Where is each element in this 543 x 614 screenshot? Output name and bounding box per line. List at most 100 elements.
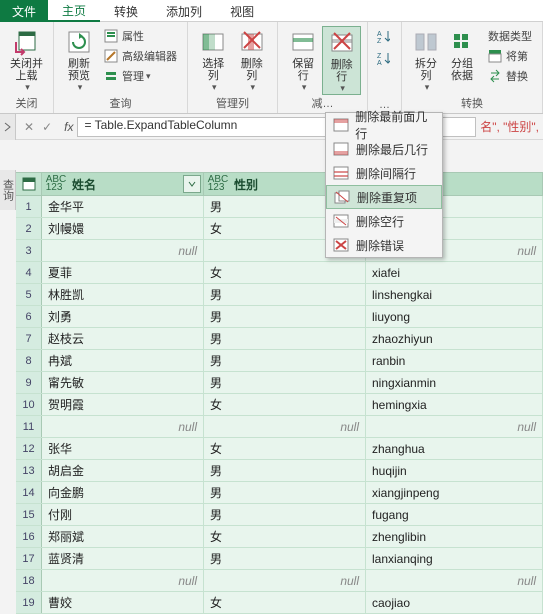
row-number[interactable]: 14 xyxy=(16,482,42,503)
cell[interactable]: null xyxy=(366,416,543,437)
cell[interactable]: lanxianqing xyxy=(366,548,543,569)
cell[interactable]: 曹姣 xyxy=(42,592,204,613)
cell[interactable]: 男 xyxy=(204,350,366,371)
menu-item-remove-3[interactable]: 删除重复项 xyxy=(326,185,442,209)
select-all-cell[interactable] xyxy=(16,173,42,195)
table-row[interactable]: 6刘勇男liuyong xyxy=(16,306,543,328)
row-number[interactable]: 3 xyxy=(16,240,42,261)
menu-item-remove-5[interactable]: 删除错误 xyxy=(326,233,442,257)
table-row[interactable]: 14向金鹏男xiangjinpeng xyxy=(16,482,543,504)
cell[interactable]: 男 xyxy=(204,504,366,525)
cell[interactable]: linshengkai xyxy=(366,284,543,305)
cell[interactable]: 男 xyxy=(204,284,366,305)
cell[interactable]: null xyxy=(366,570,543,591)
row-number[interactable]: 19 xyxy=(16,592,42,613)
advanced-editor-button[interactable]: 高级编辑器 xyxy=(100,46,181,66)
cell[interactable]: 男 xyxy=(204,482,366,503)
menu-item-remove-1[interactable]: 删除最后几行 xyxy=(326,137,442,161)
queries-pane-toggle[interactable] xyxy=(0,114,16,140)
sort-asc-button[interactable]: AZ xyxy=(374,26,396,46)
cell[interactable]: null xyxy=(42,240,204,261)
cell[interactable]: 向金鹏 xyxy=(42,482,204,503)
close-apply-button[interactable]: 关闭并 上载 ▾ xyxy=(6,26,47,93)
menu-item-remove-0[interactable]: 删除最前面几行 xyxy=(326,113,442,137)
cell[interactable]: 男 xyxy=(204,328,366,349)
cell[interactable]: 男 xyxy=(204,460,366,481)
tab-view[interactable]: 视图 xyxy=(216,0,268,22)
column-filter-button[interactable] xyxy=(183,175,201,193)
split-column-button[interactable]: 拆分 列 ▾ xyxy=(408,26,444,93)
cell[interactable]: zhenglibin xyxy=(366,526,543,547)
row-number[interactable]: 4 xyxy=(16,262,42,283)
cell[interactable]: ningxianmin xyxy=(366,372,543,393)
remove-rows-button[interactable]: 删除 行 ▾ xyxy=(322,26,361,95)
cell[interactable]: null xyxy=(204,570,366,591)
table-row[interactable]: 19曹姣女caojiao xyxy=(16,592,543,614)
row-number[interactable]: 9 xyxy=(16,372,42,393)
table-row[interactable]: 9甯先敏男ningxianmin xyxy=(16,372,543,394)
cell[interactable]: null xyxy=(42,570,204,591)
table-row[interactable]: 18nullnullnull xyxy=(16,570,543,592)
properties-button[interactable]: 属性 xyxy=(100,26,181,46)
table-row[interactable]: 7赵枝云男zhaozhiyun xyxy=(16,328,543,350)
menu-item-remove-2[interactable]: 删除间隔行 xyxy=(326,161,442,185)
table-row[interactable]: 5林胜凯男linshengkai xyxy=(16,284,543,306)
menu-item-remove-4[interactable]: 删除空行 xyxy=(326,209,442,233)
cell[interactable]: 付刚 xyxy=(42,504,204,525)
table-row[interactable]: 17蓝贤清男lanxianqing xyxy=(16,548,543,570)
remove-columns-button[interactable]: 删除 列 ▾ xyxy=(233,26,272,93)
cell[interactable]: 女 xyxy=(204,394,366,415)
cell[interactable]: 刘勇 xyxy=(42,306,204,327)
table-row[interactable]: 8冉斌男ranbin xyxy=(16,350,543,372)
tab-addcolumn[interactable]: 添加列 xyxy=(152,0,216,22)
cell[interactable]: ranbin xyxy=(366,350,543,371)
replace-values-button[interactable]: 替换 xyxy=(484,66,536,86)
data-type-icon[interactable]: ABC123 xyxy=(42,176,70,192)
cell[interactable]: xiangjinpeng xyxy=(366,482,543,503)
cell[interactable]: 女 xyxy=(204,592,366,613)
row-number[interactable]: 2 xyxy=(16,218,42,239)
cell[interactable]: zhaozhiyun xyxy=(366,328,543,349)
cancel-formula-button[interactable]: ✕ xyxy=(24,120,34,134)
cell[interactable]: caojiao xyxy=(366,592,543,613)
cell[interactable]: 林胜凯 xyxy=(42,284,204,305)
row-number[interactable]: 13 xyxy=(16,460,42,481)
table-row[interactable]: 15付刚男fugang xyxy=(16,504,543,526)
cell[interactable]: 女 xyxy=(204,438,366,459)
cell[interactable]: 甯先敏 xyxy=(42,372,204,393)
queries-pane-collapsed[interactable]: 查询 xyxy=(0,170,16,210)
commit-formula-button[interactable]: ✓ xyxy=(42,120,52,134)
cell[interactable]: hemingxia xyxy=(366,394,543,415)
table-row[interactable]: 16郑丽斌女zhenglibin xyxy=(16,526,543,548)
cell[interactable]: 男 xyxy=(204,548,366,569)
tab-home[interactable]: 主页 xyxy=(48,0,100,22)
cell[interactable]: 夏菲 xyxy=(42,262,204,283)
cell[interactable]: 冉斌 xyxy=(42,350,204,371)
row-number[interactable]: 1 xyxy=(16,196,42,217)
cell[interactable]: null xyxy=(42,416,204,437)
row-number[interactable]: 12 xyxy=(16,438,42,459)
sort-desc-button[interactable]: ZA xyxy=(374,48,396,68)
data-type-button[interactable]: 数据类型 xyxy=(484,26,536,46)
data-type-icon[interactable]: ABC123 xyxy=(204,176,232,192)
cell[interactable]: 贺明霞 xyxy=(42,394,204,415)
table-row[interactable]: 3nullnullnull xyxy=(16,240,543,262)
row-number[interactable]: 10 xyxy=(16,394,42,415)
table-row[interactable]: 13胡启金男huqijin xyxy=(16,460,543,482)
cell[interactable]: liuyong xyxy=(366,306,543,327)
cell[interactable]: 刘幔嬛 xyxy=(42,218,204,239)
manage-button[interactable]: 管理 ▾ xyxy=(100,66,181,86)
cell[interactable]: 女 xyxy=(204,262,366,283)
cell[interactable]: 郑丽斌 xyxy=(42,526,204,547)
cell[interactable]: 金华平 xyxy=(42,196,204,217)
cell[interactable]: 张华 xyxy=(42,438,204,459)
cell[interactable]: 男 xyxy=(204,306,366,327)
cell[interactable]: huqijin xyxy=(366,460,543,481)
cell[interactable]: 女 xyxy=(204,526,366,547)
column-header-name[interactable]: ABC123 姓名 xyxy=(42,173,204,195)
row-number[interactable]: 18 xyxy=(16,570,42,591)
refresh-preview-button[interactable]: 刷新 预览 ▾ xyxy=(60,26,98,93)
cell[interactable]: 蓝贤清 xyxy=(42,548,204,569)
table-row[interactable]: 12张华女zhanghua xyxy=(16,438,543,460)
tab-transform[interactable]: 转换 xyxy=(100,0,152,22)
